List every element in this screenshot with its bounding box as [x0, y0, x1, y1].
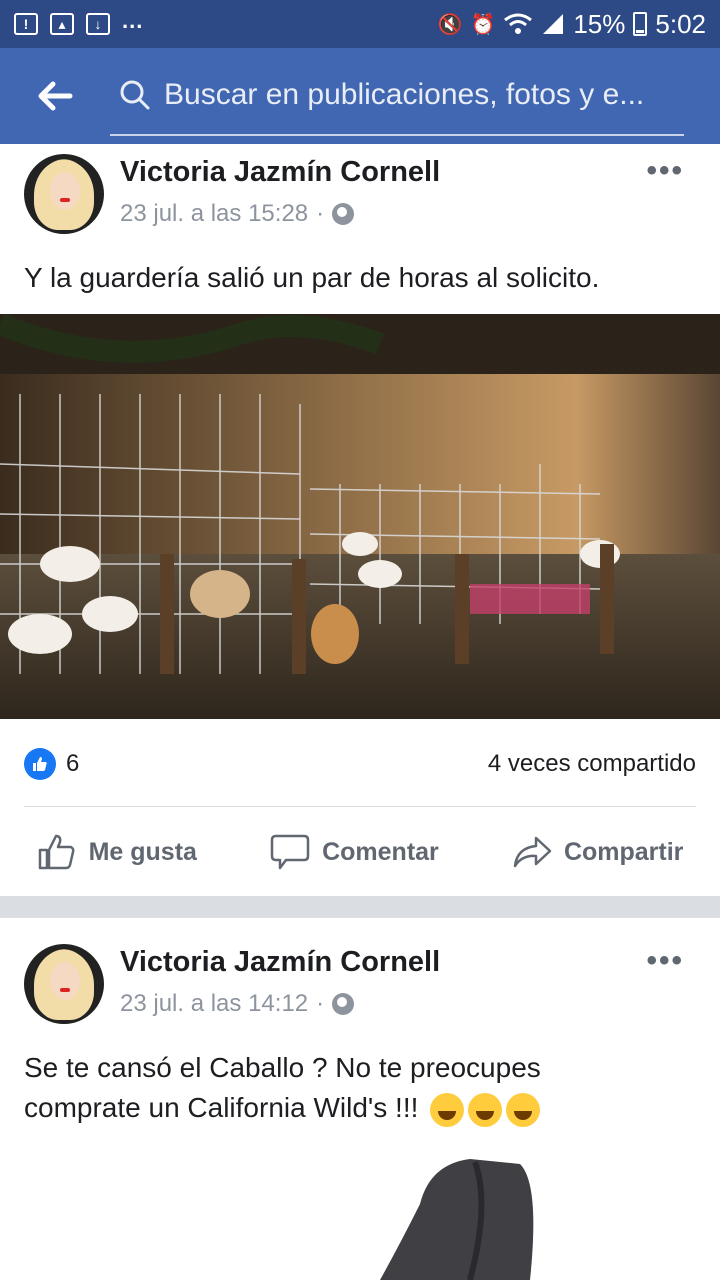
alarm-icon: ⏰ — [470, 13, 496, 36]
post-actions: Me gusta Comentar Compartir — [0, 832, 720, 872]
post-card: Victoria Jazmín Cornell 23 jul. a las 14… — [0, 918, 720, 1280]
like-button[interactable]: Me gusta — [37, 832, 197, 872]
grinning-emoji-icon — [430, 1092, 465, 1127]
smiley-emoji-icon — [506, 1092, 541, 1127]
post-text-fragment: comprate un California Wild's !!! — [24, 1092, 419, 1123]
separator-dot: · — [316, 990, 325, 1017]
image-icon: ▴ — [50, 13, 74, 35]
comment-icon — [270, 834, 310, 870]
tears-of-joy-emoji-icon — [468, 1092, 503, 1127]
more-options-button[interactable]: ••• — [646, 944, 684, 978]
separator-dot: · — [316, 200, 325, 227]
like-count: 6 — [66, 750, 80, 777]
avatar-lip — [60, 988, 70, 992]
search-input[interactable]: Buscar en publicaciones, fotos y e... — [164, 78, 644, 112]
back-arrow-icon — [38, 81, 73, 111]
post-text-line: Se te cansó el Caballo ? No te preocupes — [24, 1052, 541, 1083]
author-name[interactable]: Victoria Jazmín Cornell — [120, 156, 440, 189]
signal-icon — [543, 14, 564, 34]
like-label: Me gusta — [88, 837, 197, 866]
comment-button[interactable]: Comentar — [270, 832, 439, 872]
status-bar: ! ▴ ↓ ... 🔇 ⏰ 15% 5:02 — [0, 0, 720, 48]
mute-icon: 🔇 — [437, 13, 463, 36]
post-photo[interactable] — [0, 314, 720, 719]
search-icon — [120, 80, 150, 110]
globe-icon — [332, 993, 355, 1015]
feed-separator — [0, 896, 720, 918]
battery-percent: 15% — [573, 8, 626, 39]
avatar[interactable] — [24, 944, 104, 1024]
system-icons: 🔇 ⏰ 15% 5:02 — [438, 9, 706, 40]
like-icon — [38, 834, 75, 870]
timestamp[interactable]: 23 jul. a las 14:12 — [120, 990, 308, 1018]
like-reaction-icon — [24, 748, 56, 780]
notification-icons: ! ▴ ↓ ... — [14, 8, 143, 35]
post-text: Se te cansó el Caballo ? No te preocupes… — [24, 1048, 541, 1128]
clock: 5:02 — [655, 8, 706, 39]
thumbs-up-icon — [33, 757, 47, 771]
more-options-button[interactable]: ••• — [646, 154, 684, 188]
post-card: Victoria Jazmín Cornell 23 jul. a las 15… — [0, 144, 720, 896]
avatar-lip — [60, 198, 70, 202]
post-meta: 23 jul. a las 15:28 · — [120, 200, 355, 228]
share-count[interactable]: 4 veces compartido — [488, 750, 696, 778]
share-icon — [513, 836, 552, 868]
download-icon: ↓ — [86, 13, 110, 35]
comment-label: Comentar — [322, 837, 439, 866]
wifi-icon — [504, 13, 533, 34]
post-text: Y la guardería salió un par de horas al … — [24, 262, 600, 293]
top-nav: Buscar en publicaciones, fotos y e... — [0, 48, 720, 144]
avatar-face — [50, 172, 80, 210]
back-button[interactable] — [0, 48, 110, 144]
divider — [24, 806, 696, 807]
battery-icon — [633, 12, 648, 36]
share-button[interactable]: Compartir — [512, 832, 683, 872]
globe-icon — [332, 203, 355, 225]
author-name[interactable]: Victoria Jazmín Cornell — [120, 946, 440, 979]
reactions-summary[interactable]: 6 — [24, 748, 79, 780]
avatar-face — [50, 962, 80, 1000]
alert-icon: ! — [14, 13, 38, 35]
post-photo[interactable] — [0, 1144, 720, 1280]
search-bar[interactable]: Buscar en publicaciones, fotos y e... — [110, 56, 684, 136]
post-text-line: comprate un California Wild's !!! — [24, 1088, 541, 1128]
share-label: Compartir — [563, 837, 684, 866]
avatar[interactable] — [24, 154, 104, 234]
post-meta: 23 jul. a las 14:12 · — [120, 990, 355, 1018]
more-notifications: ... — [122, 8, 144, 33]
timestamp[interactable]: 23 jul. a las 15:28 — [120, 200, 308, 228]
